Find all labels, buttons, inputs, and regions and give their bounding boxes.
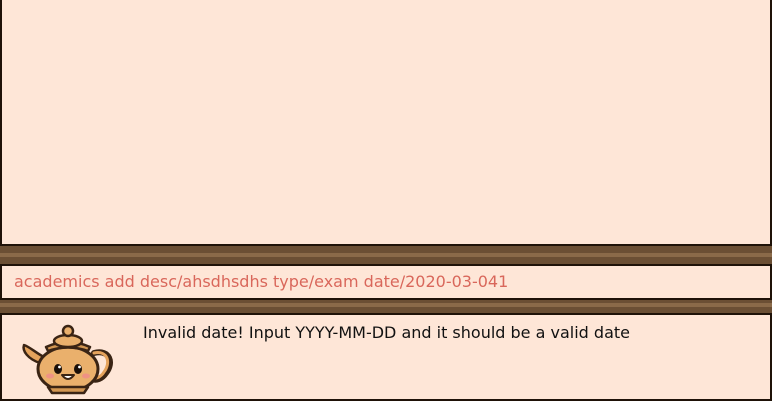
- command-box[interactable]: academics add desc/ahsdhsdhs type/exam d…: [0, 264, 772, 300]
- command-input[interactable]: academics add desc/ahsdhsdhs type/exam d…: [14, 266, 762, 298]
- divider: [0, 253, 772, 257]
- teapot-mascot-icon: [22, 324, 113, 395]
- app-window: academics add desc/ahsdhsdhs type/exam d…: [0, 0, 772, 401]
- result-message: Invalid date! Input YYYY-MM-DD and it sh…: [143, 323, 630, 342]
- result-display: Invalid date! Input YYYY-MM-DD and it sh…: [0, 313, 772, 401]
- main-display-panel: [0, 0, 772, 246]
- divider: [0, 303, 772, 307]
